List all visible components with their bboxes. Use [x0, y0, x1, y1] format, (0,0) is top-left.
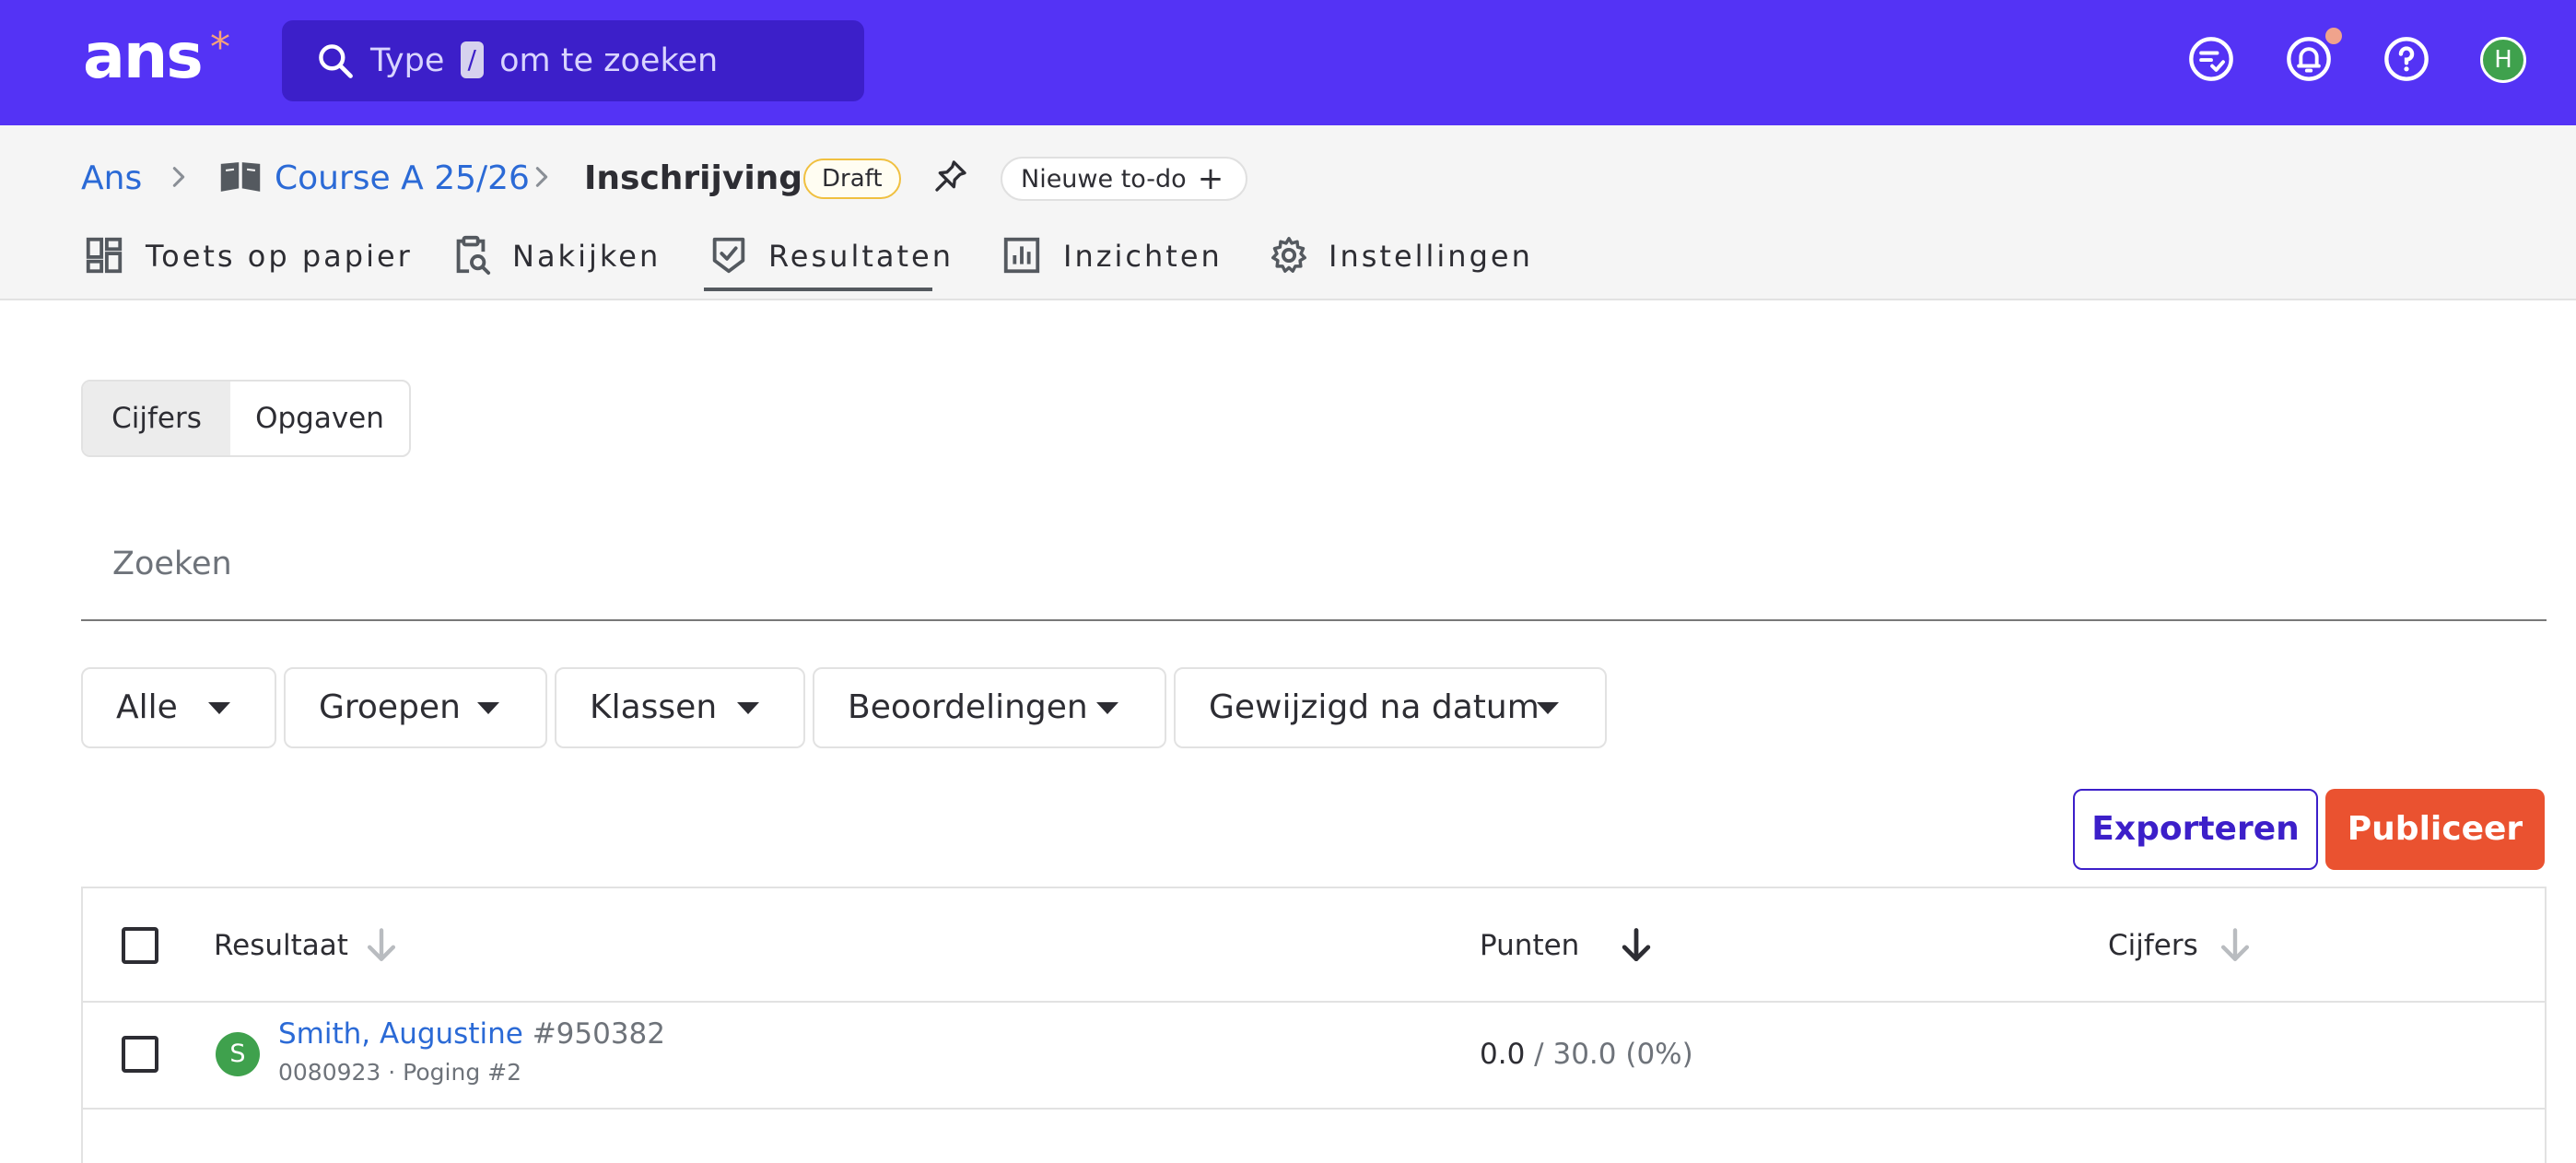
column-header-cijfers[interactable]: Cijfers — [2108, 925, 2198, 966]
column-header-resultaat[interactable]: Resultaat — [214, 925, 348, 966]
sort-arrow-down-icon[interactable] — [1616, 925, 1657, 966]
select-all-checkbox[interactable] — [122, 927, 158, 964]
breadcrumb-root[interactable]: Ans — [81, 159, 142, 199]
logo-star: * — [210, 24, 230, 71]
search-hint: Type / om te zoeken — [370, 20, 718, 101]
student-name-link[interactable]: Smith, Augustine #950382 — [278, 1014, 665, 1054]
bell-icon[interactable] — [2285, 35, 2333, 83]
student-meta: 0080923 · Poging #2 — [278, 1059, 521, 1086]
tab-label: Toets op papier — [146, 239, 413, 274]
filter-label: Klassen — [590, 688, 718, 726]
breadcrumb-course[interactable]: Course A 25/26 — [275, 159, 530, 199]
filter-label: Gewijzigd na datum — [1209, 688, 1540, 726]
student-name: Smith, Augustine — [278, 1017, 523, 1051]
filter-klassen[interactable]: Klassen — [555, 667, 805, 748]
search-icon — [319, 44, 353, 78]
book-icon — [220, 162, 261, 192]
status-badge: Draft — [803, 159, 901, 199]
search-shortcut-key: / — [460, 41, 484, 78]
student-id: #950382 — [532, 1017, 666, 1051]
tab-instellingen[interactable]: Instellingen — [1268, 230, 1530, 291]
filter-gewijzigd-na-datum[interactable]: Gewijzigd na datum — [1174, 667, 1607, 748]
filter-label: Alle — [116, 688, 178, 726]
chevron-right-icon — [172, 167, 185, 187]
user-avatar[interactable]: H — [2480, 37, 2526, 83]
shield-check-icon — [712, 237, 745, 274]
chevron-right-icon — [535, 167, 548, 187]
points-scored: 0.0 — [1480, 1038, 1526, 1071]
help-icon[interactable] — [2383, 35, 2430, 83]
filter-alle[interactable]: Alle — [81, 667, 276, 748]
top-bar: ans * Type / om te zoeken H — [0, 0, 2576, 125]
tab-label: Instellingen — [1329, 239, 1533, 274]
notification-dot — [2325, 28, 2342, 44]
tab-resultaten[interactable]: Resultaten — [704, 230, 951, 291]
tab-toets-op-papier[interactable]: Toets op papier — [83, 230, 410, 291]
gear-icon — [1271, 237, 1306, 273]
bar-chart-icon — [1003, 237, 1040, 274]
search-hint-suffix: om te zoeken — [499, 42, 719, 79]
dashboard-icon — [86, 237, 123, 274]
filter-label: Beoordelingen — [848, 688, 1088, 726]
avatar: S — [216, 1032, 260, 1076]
search-placeholder: Zoeken — [112, 546, 232, 582]
new-todo-button[interactable]: Nieuwe to-do + — [1001, 157, 1248, 201]
tab-label: Nakijken — [512, 239, 662, 274]
search-input[interactable]: Zoeken — [81, 522, 2547, 621]
tab-nakijken[interactable]: Nakijken — [450, 230, 658, 291]
caret-down-icon — [1096, 702, 1118, 714]
caret-down-icon — [737, 702, 759, 714]
view-toggle: Cijfers Opgaven — [81, 380, 411, 457]
filter-beoordelingen[interactable]: Beoordelingen — [813, 667, 1166, 748]
points-value: 0.0 / 30.0 (0%) — [1480, 1034, 1693, 1075]
plus-icon: + — [1197, 160, 1224, 197]
caret-down-icon — [477, 702, 499, 714]
search-hint-prefix: Type — [370, 42, 445, 79]
column-header-punten[interactable]: Punten — [1480, 925, 1579, 966]
toggle-cijfers[interactable]: Cijfers — [83, 382, 230, 455]
filter-groepen[interactable]: Groepen — [284, 667, 547, 748]
pin-icon[interactable] — [932, 157, 969, 195]
export-button[interactable]: Exporteren — [2073, 789, 2318, 870]
tab-label: Inzichten — [1063, 239, 1223, 274]
sort-arrow-down-icon[interactable] — [2215, 925, 2255, 966]
clipboard-search-icon — [456, 235, 491, 276]
tab-label: Resultaten — [768, 239, 954, 274]
publish-button[interactable]: Publiceer — [2325, 789, 2545, 870]
caret-down-icon — [1537, 702, 1559, 714]
points-total: / 30.0 (0%) — [1534, 1038, 1693, 1071]
app-logo[interactable]: ans — [83, 26, 204, 88]
todo-list-icon[interactable] — [2187, 35, 2235, 83]
tab-inzichten[interactable]: Inzichten — [1001, 230, 1220, 291]
row-checkbox[interactable] — [122, 1036, 158, 1073]
toggle-opgaven[interactable]: Opgaven — [230, 382, 409, 455]
filter-label: Groepen — [319, 688, 461, 726]
sort-arrow-down-icon[interactable] — [361, 925, 402, 966]
caret-down-icon — [208, 702, 230, 714]
results-table: Resultaat Punten Cijfers S Smith, August… — [81, 887, 2547, 1163]
global-search[interactable]: Type / om te zoeken — [282, 20, 864, 101]
table-header: Resultaat Punten Cijfers — [83, 888, 2545, 1003]
new-todo-label: Nieuwe to-do — [1021, 165, 1187, 194]
